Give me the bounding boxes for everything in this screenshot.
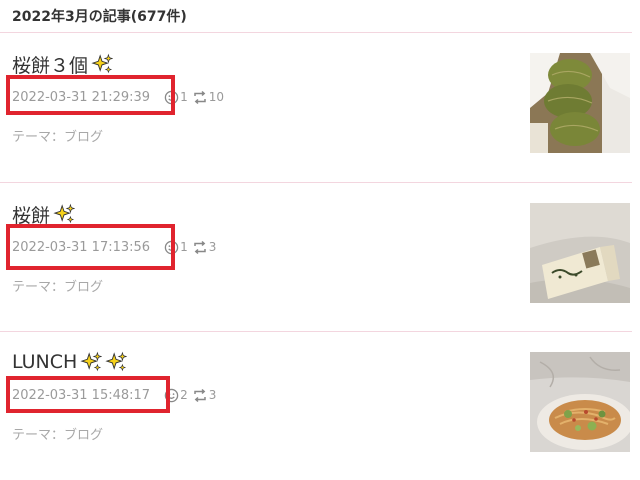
entry-title: 桜餅３個: [12, 54, 89, 77]
theme-link[interactable]: ブログ: [64, 428, 103, 443]
sparkles-icon: [80, 351, 103, 372]
sparkles-icon: [53, 203, 76, 224]
entry-theme: テーマ：ブログ: [12, 126, 103, 145]
divider: [0, 32, 632, 33]
theme-link[interactable]: ブログ: [64, 130, 103, 145]
entry-theme: テーマ：ブログ: [12, 276, 103, 295]
reblog-count: 10: [208, 90, 224, 104]
divider: [0, 331, 632, 332]
theme-label: テーマ：: [12, 428, 65, 443]
divider: [0, 182, 632, 183]
like-count: 2: [180, 388, 188, 402]
entry-thumbnail[interactable]: [530, 53, 630, 153]
entry-title: LUNCH: [12, 351, 78, 373]
reblog-count: 3: [208, 388, 217, 402]
sparkles-icon: [91, 53, 114, 74]
entry-title-link[interactable]: 桜餅３個: [12, 50, 114, 78]
reblog-icon[interactable]: [192, 90, 208, 105]
timestamp-highlight-box: [6, 224, 175, 270]
reblog-icon[interactable]: [192, 388, 208, 403]
entry-thumbnail[interactable]: [530, 203, 630, 303]
theme-link[interactable]: ブログ: [64, 280, 103, 295]
like-count: 1: [180, 90, 188, 104]
sparkles-icon: [105, 351, 128, 372]
like-count: 1: [180, 240, 188, 254]
timestamp-highlight-box: [6, 376, 170, 413]
reblog-count: 3: [208, 240, 217, 254]
timestamp-highlight-box: [6, 75, 175, 115]
theme-label: テーマ：: [12, 280, 65, 295]
archive-heading: 2022年3月の記事(677件): [12, 9, 187, 25]
entry-thumbnail[interactable]: [530, 352, 630, 452]
entry-title-link[interactable]: LUNCH: [12, 348, 128, 376]
reblog-icon[interactable]: [192, 240, 208, 255]
theme-label: テーマ：: [12, 130, 65, 145]
entry-theme: テーマ：ブログ: [12, 424, 103, 443]
